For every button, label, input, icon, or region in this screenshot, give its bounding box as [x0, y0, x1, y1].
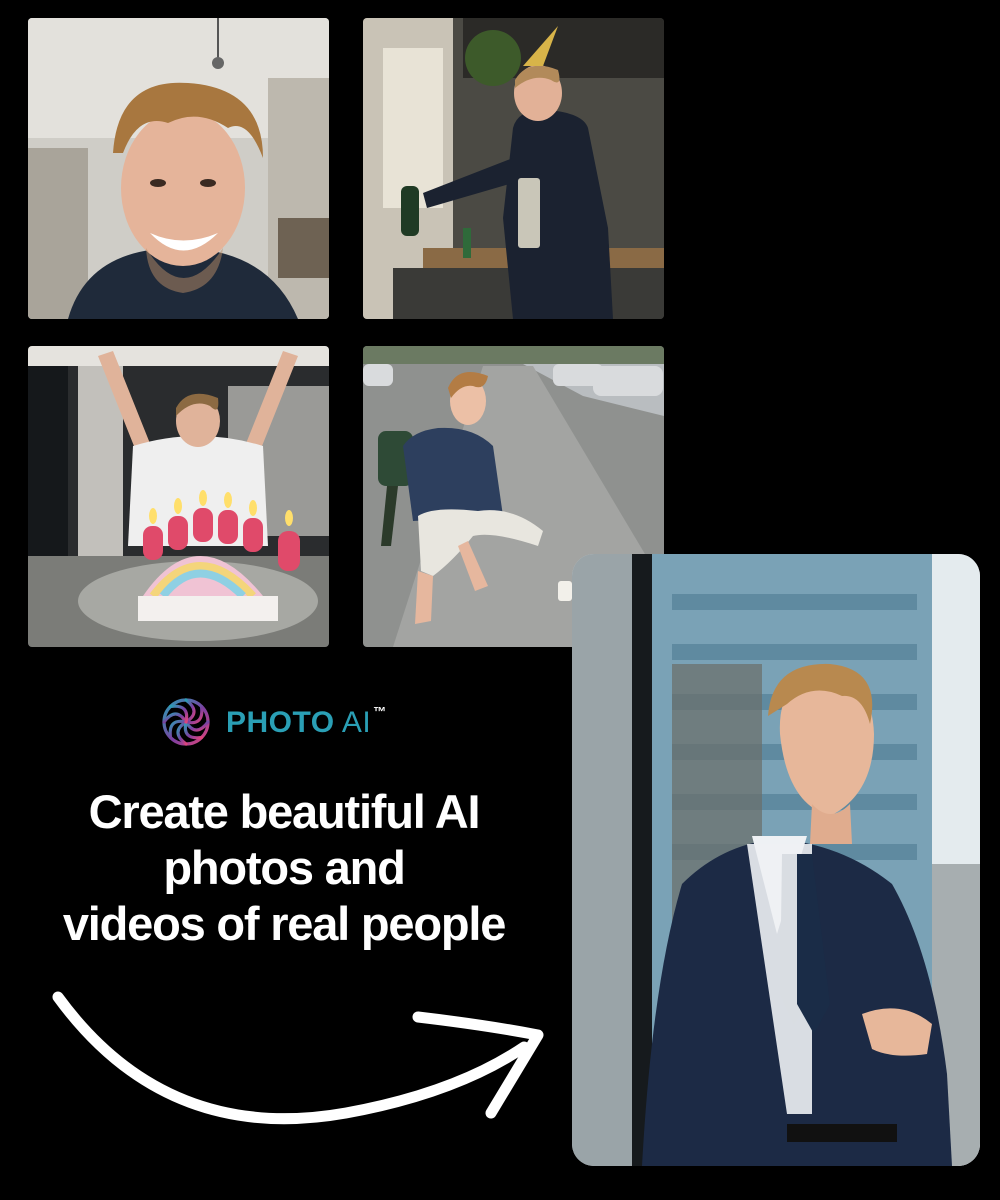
ai-business-portrait-photo — [572, 554, 980, 1166]
spiral-logo-icon — [160, 696, 212, 748]
curved-arrow-icon — [46, 985, 546, 1130]
headline-line-1: Create beautiful AI — [88, 785, 481, 838]
brand-logo: PHOTO AI ™ — [160, 697, 387, 747]
party-photo — [363, 18, 664, 319]
brand-name: PHOTO AI ™ — [226, 704, 387, 739]
headline-line-2: photos and — [163, 841, 405, 894]
headline-line-3: videos of real people — [62, 897, 507, 950]
birthday-cake-photo — [28, 346, 329, 647]
headline: Create beautiful AI photos and videos of… — [20, 784, 548, 952]
selfie-photo — [28, 18, 329, 319]
